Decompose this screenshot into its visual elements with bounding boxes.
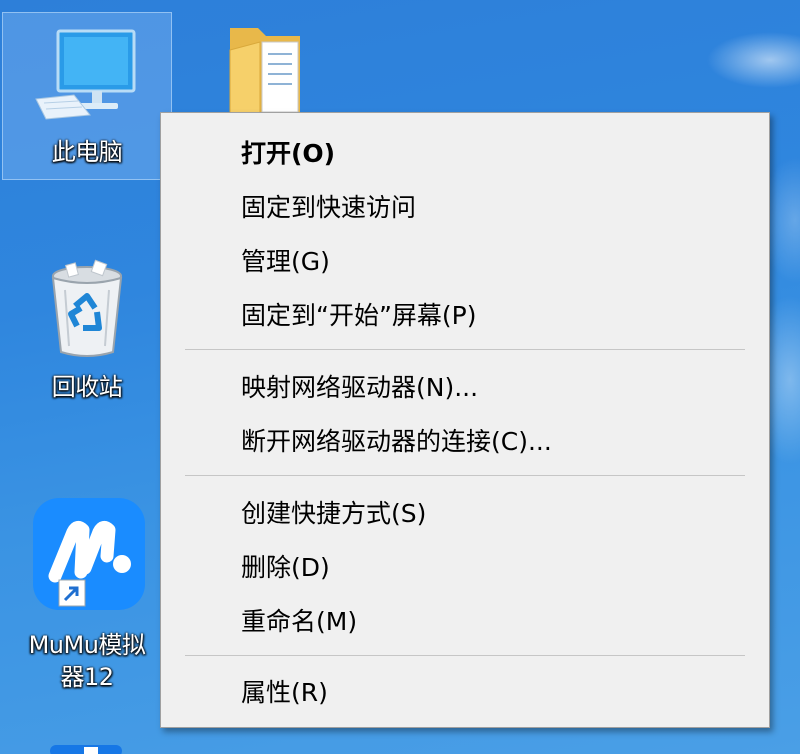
app-icon	[50, 745, 122, 754]
context-menu: 打开(O) 固定到快速访问 管理(G) 固定到“开始”屏幕(P) 映射网络驱动器…	[160, 112, 770, 728]
menu-item-manage[interactable]: 管理(G)	[161, 233, 769, 287]
menu-item-rename[interactable]: 重命名(M)	[161, 593, 769, 647]
desktop-icon-partial[interactable]	[40, 742, 130, 754]
desktop-icon-this-pc[interactable]: 此电脑	[2, 12, 172, 180]
desktop-icon-folder[interactable]	[200, 20, 320, 120]
menu-item-map-network-drive[interactable]: 映射网络驱动器(N)...	[161, 359, 769, 413]
desktop-icon-label: 此电脑	[51, 138, 123, 166]
folder-icon	[229, 28, 300, 117]
menu-item-disconnect-network-drive[interactable]: 断开网络驱动器的连接(C)...	[161, 413, 769, 467]
menu-item-create-shortcut[interactable]: 创建快捷方式(S)	[161, 485, 769, 539]
computer-icon	[35, 29, 136, 120]
menu-separator	[185, 475, 745, 476]
desktop-icon-recycle-bin[interactable]: 回收站	[2, 252, 172, 422]
menu-item-properties[interactable]: 属性(R)	[161, 664, 769, 718]
menu-separator	[185, 349, 745, 350]
desktop-icon-label: 器12	[60, 663, 114, 691]
menu-separator	[185, 655, 745, 656]
menu-item-open[interactable]: 打开(O)	[161, 125, 769, 179]
menu-item-delete[interactable]: 删除(D)	[161, 539, 769, 593]
menu-item-pin-start[interactable]: 固定到“开始”屏幕(P)	[161, 287, 769, 341]
menu-item-pin-quick-access[interactable]: 固定到快速访问	[161, 179, 769, 233]
recycle-bin-icon	[51, 259, 123, 357]
desktop-icon-label: 回收站	[51, 373, 123, 401]
desktop-icon-label: MuMu模拟	[28, 631, 146, 659]
desktop-icon-mumu[interactable]: MuMu模拟 器12	[2, 492, 172, 702]
mumu-app-icon	[33, 498, 145, 610]
